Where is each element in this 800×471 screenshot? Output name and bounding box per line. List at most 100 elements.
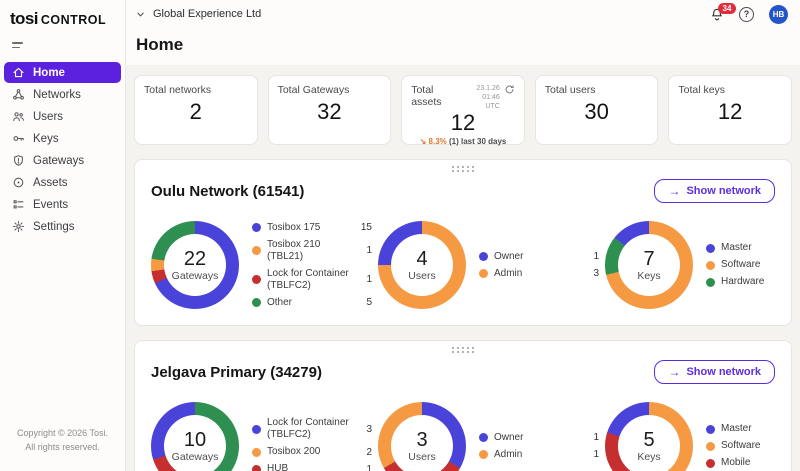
sidebar-item-assets[interactable]: Assets	[4, 172, 121, 193]
users-donut-chart: 3 Users Owner1 Admin 1	[378, 402, 605, 471]
chevron-down-icon	[136, 10, 145, 19]
legend-item: Owner1	[479, 432, 599, 444]
copyright-notice: Copyright © 2026 Tosi. All rights reserv…	[0, 427, 125, 455]
legend-value: 15	[359, 222, 372, 233]
legend-label: Other	[267, 297, 353, 309]
legend-label: Mobile	[721, 457, 800, 469]
legend-item: Other5	[252, 297, 372, 309]
assets-timestamp: 23.1.26 01:46 UTC	[466, 84, 500, 111]
stat-value: 12	[411, 111, 515, 135]
legend-value: 1	[359, 464, 372, 471]
drag-handle-icon[interactable]	[452, 347, 474, 353]
help-button[interactable]: ?	[739, 7, 754, 22]
legend-item: HUB 1	[252, 463, 372, 471]
show-network-button[interactable]: → Show network	[654, 179, 775, 203]
trend-down-icon: ↘	[420, 137, 427, 146]
legend-item: Master1	[706, 242, 800, 254]
stat-value: 30	[545, 100, 649, 124]
list-icon	[12, 198, 25, 211]
stat-label: Total networks	[144, 84, 248, 96]
drag-handle-icon[interactable]	[452, 166, 474, 172]
sidebar-collapse-icon[interactable]	[12, 42, 26, 48]
legend-dot-icon	[252, 448, 261, 457]
stat-label: Total keys	[678, 84, 782, 96]
sidebar-item-gateways[interactable]: Gateways	[4, 150, 121, 171]
legend-value: 1	[586, 251, 599, 262]
network-card-jelgava: Jelgava Primary (34279) → Show network 1…	[134, 340, 792, 471]
donut-ring: 7 Keys	[605, 221, 693, 309]
content-area: Total networks 2 Total Gateways 32 Total…	[126, 65, 800, 471]
network-card-title: Oulu Network (61541)	[151, 183, 304, 200]
stat-card-gateways: Total Gateways 32	[268, 75, 392, 145]
legend-label: Hardware	[721, 276, 800, 288]
sidebar-item-keys[interactable]: Keys	[4, 128, 121, 149]
legend-label: HUB	[267, 463, 353, 471]
legend-dot-icon	[706, 442, 715, 451]
stat-label: Total Gateways	[278, 84, 382, 96]
donut-ring: 4 Users	[378, 221, 466, 309]
legend-item: Admin 3	[479, 268, 599, 280]
legend-item: Software5	[706, 259, 800, 271]
legend-dot-icon	[252, 465, 261, 471]
legend-label: Master	[721, 242, 800, 254]
refresh-icon[interactable]	[504, 84, 515, 95]
legend-dot-icon	[252, 425, 261, 434]
avatar[interactable]: HB	[769, 5, 788, 24]
home-icon	[12, 66, 25, 79]
networks-icon	[12, 88, 25, 101]
sidebar-item-settings[interactable]: Settings	[4, 216, 121, 237]
stat-card-assets: Total assets 23.1.26 01:46 UTC 12	[401, 75, 525, 145]
legend-dot-icon	[479, 433, 488, 442]
legend-label: Tosibox 200	[267, 446, 353, 458]
sidebar-item-users[interactable]: Users	[4, 106, 121, 127]
sidebar-item-label: Gateways	[33, 155, 84, 167]
legend-dot-icon	[479, 252, 488, 261]
legend-label: Owner	[494, 251, 580, 263]
legend-item: Tosibox 175 15	[252, 222, 372, 234]
assets-trend: ↘ 8.3% (1) last 30 days	[411, 137, 515, 146]
sidebar-item-networks[interactable]: Networks	[4, 84, 121, 105]
legend-label: Tosibox 210 (TBL21)	[267, 239, 353, 263]
stat-label: Total users	[545, 84, 649, 96]
help-icon: ?	[744, 9, 750, 19]
network-card-oulu: Oulu Network (61541) → Show network 22 G…	[134, 159, 792, 326]
legend-dot-icon	[479, 269, 488, 278]
legend-dot-icon	[252, 298, 261, 307]
sidebar-item-home[interactable]: Home	[4, 62, 121, 83]
stat-value: 32	[278, 100, 382, 124]
sidebar-item-label: Settings	[33, 221, 75, 233]
legend-label: Tosibox 175	[267, 222, 353, 234]
legend-value: 1	[359, 245, 372, 256]
org-selector[interactable]: Global Experience Ltd	[136, 8, 261, 20]
legend-value: 1	[586, 449, 599, 460]
legend-value: 3	[586, 268, 599, 279]
sidebar-item-label: Assets	[33, 177, 68, 189]
notifications-button[interactable]: 34	[710, 7, 724, 21]
users-donut-chart: 4 Users Owner 1 Admin 3	[378, 221, 605, 309]
chart-legend: Owner1 Admin 1	[479, 432, 599, 461]
legend-dot-icon	[706, 459, 715, 468]
keys-donut-chart: 7 Keys Master1Software5Hardware1	[605, 221, 800, 309]
legend-value: 1	[359, 274, 372, 285]
legend-label: Admin	[494, 268, 580, 280]
legend-label: Admin	[494, 449, 580, 461]
donut-ring: 3 Users	[378, 402, 466, 471]
legend-label: Master	[721, 423, 800, 435]
stat-card-users: Total users 30	[535, 75, 659, 145]
notification-badge: 34	[718, 3, 736, 14]
legend-dot-icon	[252, 275, 261, 284]
stat-value: 12	[678, 100, 782, 124]
legend-item: Mobile1	[706, 457, 800, 469]
topbar: Global Experience Ltd 34 ? HB	[126, 0, 800, 28]
show-network-button[interactable]: → Show network	[654, 360, 775, 384]
legend-dot-icon	[706, 244, 715, 253]
chart-legend: Master1Software2Mobile1	[706, 423, 800, 469]
legend-item: Lock for Container (TBLFC2)1	[252, 268, 372, 292]
legend-item: Lock for Container (TBLFC2)3	[252, 417, 372, 441]
sidebar: tosiCONTROL Home Networks Users	[0, 0, 126, 471]
legend-dot-icon	[252, 246, 261, 255]
logo-text-light: CONTROL	[41, 13, 106, 27]
stat-card-keys: Total keys 12	[668, 75, 792, 145]
legend-item: Owner 1	[479, 251, 599, 263]
sidebar-item-events[interactable]: Events	[4, 194, 121, 215]
